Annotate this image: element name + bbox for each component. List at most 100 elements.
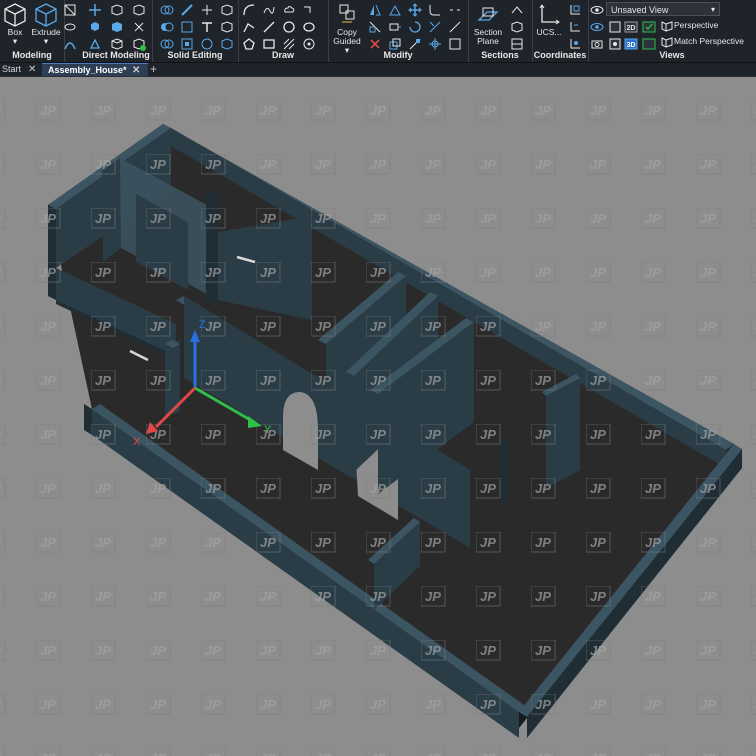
check-icon[interactable] bbox=[220, 20, 234, 34]
hatch-icon[interactable] bbox=[282, 37, 296, 51]
view-select[interactable]: Unsaved View ▾ bbox=[606, 2, 720, 16]
section-view-icon[interactable] bbox=[510, 20, 524, 34]
flatshot-icon[interactable] bbox=[510, 3, 524, 17]
new-tab-button[interactable]: + bbox=[150, 63, 157, 76]
revolve-icon[interactable] bbox=[63, 20, 77, 34]
erase-icon[interactable] bbox=[368, 37, 382, 51]
match-perspective-icon[interactable] bbox=[660, 35, 674, 49]
revision-cloud-icon[interactable] bbox=[282, 3, 296, 17]
match-perspective-label[interactable]: Match Perspective bbox=[674, 36, 744, 46]
break-icon[interactable] bbox=[448, 3, 462, 17]
extract-edges-icon[interactable] bbox=[200, 3, 214, 17]
trim-icon[interactable] bbox=[428, 20, 442, 34]
ucs-world-icon[interactable] bbox=[568, 3, 582, 17]
model-viewport[interactable]: JP bbox=[0, 77, 756, 756]
sweep-icon[interactable] bbox=[63, 37, 77, 51]
section-plane-button[interactable]: Section Plane bbox=[471, 2, 505, 46]
fillet-icon[interactable] bbox=[428, 3, 442, 17]
point-icon[interactable] bbox=[302, 3, 316, 17]
ucs-icon bbox=[539, 4, 560, 25]
stretch-icon[interactable] bbox=[388, 20, 402, 34]
direct-modeling-panel: Direct Modeling bbox=[80, 0, 153, 62]
plane-label: Plane bbox=[477, 36, 499, 46]
move-face-icon[interactable] bbox=[88, 3, 102, 17]
green-view-icon[interactable] bbox=[642, 37, 656, 51]
x-axis-label: X bbox=[133, 436, 141, 448]
section-options-icon[interactable] bbox=[510, 37, 524, 51]
slice-icon[interactable] bbox=[180, 3, 194, 17]
cut-icon[interactable] bbox=[132, 20, 146, 34]
rectangle-icon[interactable] bbox=[262, 37, 276, 51]
render-icon[interactable] bbox=[608, 20, 622, 34]
sections-title: Sections bbox=[481, 50, 519, 60]
ucs-origin-icon[interactable] bbox=[568, 37, 582, 51]
array-icon[interactable] bbox=[368, 20, 382, 34]
2d-view-icon[interactable]: 2D bbox=[624, 20, 638, 34]
house-model-drawing[interactable]: JP bbox=[0, 77, 756, 756]
z-axis-label: Z bbox=[199, 319, 206, 331]
scale-icon[interactable] bbox=[388, 37, 402, 51]
explode-icon[interactable] bbox=[428, 37, 442, 51]
boundary-icon[interactable] bbox=[302, 37, 316, 51]
properties-icon[interactable] bbox=[448, 37, 462, 51]
line-icon[interactable] bbox=[262, 20, 276, 34]
extrude-button[interactable]: Extrude ▾ bbox=[31, 2, 61, 46]
arc-icon[interactable] bbox=[242, 3, 256, 17]
circle-icon[interactable] bbox=[282, 20, 296, 34]
move-icon[interactable] bbox=[408, 3, 422, 17]
sections-panel: Section Plane Sections bbox=[468, 0, 533, 62]
mirror-icon[interactable] bbox=[368, 3, 382, 17]
offset-face-icon[interactable] bbox=[88, 37, 102, 51]
view-manager-icon[interactable] bbox=[590, 20, 604, 34]
chevron-down-icon[interactable]: ▾ bbox=[31, 37, 61, 46]
delete-face-icon[interactable] bbox=[110, 3, 124, 17]
draw-title: Draw bbox=[271, 50, 294, 60]
tab-start[interactable]: Start bbox=[0, 63, 28, 76]
loft-icon[interactable] bbox=[63, 3, 77, 17]
modeling-title: Modeling bbox=[12, 50, 52, 60]
tab-assembly-house[interactable]: Assembly_House* ✕ bbox=[42, 63, 148, 76]
camera-icon[interactable] bbox=[590, 37, 604, 51]
union-icon[interactable] bbox=[160, 3, 174, 17]
coordinates-title: Coordinates bbox=[533, 50, 587, 60]
views-panel: 2D 3D Unsaved View ▾ Perspective Match P… bbox=[588, 0, 756, 62]
separate-icon[interactable] bbox=[200, 37, 214, 51]
imprint-icon[interactable] bbox=[200, 20, 214, 34]
ucs-previous-icon[interactable] bbox=[568, 20, 582, 34]
rotate-face-icon[interactable] bbox=[88, 20, 102, 34]
visual-style-icon[interactable] bbox=[608, 37, 622, 51]
taper-face-icon[interactable] bbox=[110, 37, 124, 51]
perspective-label[interactable]: Perspective bbox=[674, 20, 718, 30]
eye-icon[interactable] bbox=[590, 3, 604, 17]
shell-icon[interactable] bbox=[180, 37, 194, 51]
rotate-icon[interactable] bbox=[408, 20, 422, 34]
draw-panel: Draw bbox=[238, 0, 329, 62]
close-icon[interactable]: ✕ bbox=[28, 63, 36, 76]
ucs-button[interactable]: UCS... bbox=[534, 2, 564, 46]
solid-icon[interactable] bbox=[132, 3, 146, 17]
coordinates-panel: UCS... Coordinates bbox=[532, 0, 589, 62]
polyline-icon[interactable] bbox=[242, 20, 256, 34]
green-solid-icon[interactable] bbox=[132, 37, 146, 51]
spline-icon[interactable] bbox=[262, 3, 276, 17]
join-icon[interactable] bbox=[448, 20, 462, 34]
box-button[interactable]: Box ▾ bbox=[0, 2, 30, 46]
ellipse-icon[interactable] bbox=[302, 20, 316, 34]
3d-view-icon[interactable]: 3D bbox=[624, 37, 638, 51]
interfere-icon[interactable] bbox=[180, 20, 194, 34]
chevron-down-icon[interactable]: ▾ bbox=[0, 37, 30, 46]
offset-icon[interactable] bbox=[388, 3, 402, 17]
fillet-edges-icon[interactable] bbox=[220, 37, 234, 51]
close-icon[interactable]: ✕ bbox=[132, 64, 140, 77]
perspective-icon[interactable] bbox=[660, 19, 674, 33]
copy-guided-button[interactable]: Copy Guided ▾ bbox=[330, 2, 364, 55]
chevron-down-icon: ▾ bbox=[710, 5, 715, 14]
polygon-icon[interactable] bbox=[242, 37, 256, 51]
align-icon[interactable] bbox=[408, 37, 422, 51]
push-pull-icon[interactable] bbox=[110, 20, 124, 34]
clean-icon[interactable] bbox=[220, 3, 234, 17]
svg-text:3D: 3D bbox=[627, 42, 636, 49]
intersect-icon[interactable] bbox=[160, 37, 174, 51]
green-check-icon[interactable] bbox=[642, 20, 656, 34]
subtract-icon[interactable] bbox=[160, 20, 174, 34]
